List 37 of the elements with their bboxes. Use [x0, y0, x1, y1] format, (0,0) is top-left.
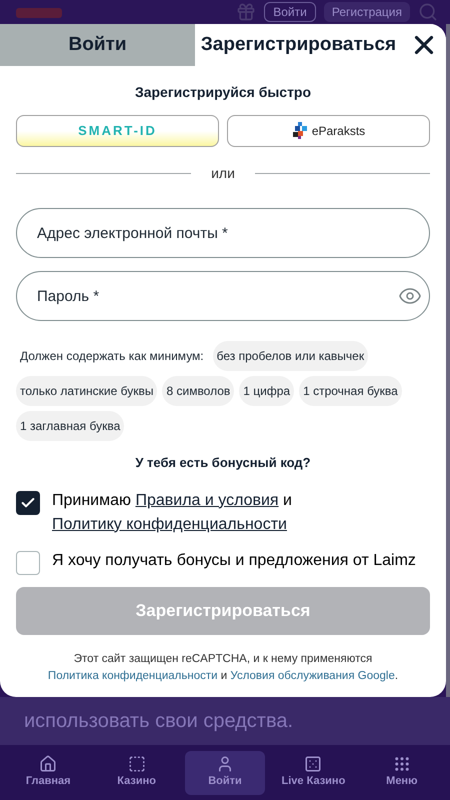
nav-item[interactable]: Live Казино	[273, 750, 354, 794]
requirement-chip: 1 строчная буква	[299, 376, 402, 406]
bonus-code-link[interactable]: У тебя есть бонусный код?	[16, 453, 430, 472]
eparaksts-logo-icon	[292, 122, 308, 140]
nav-item[interactable]: Казино	[96, 750, 177, 794]
page-text: использовать свои средства.	[24, 709, 294, 734]
recaptcha-notice: Этот сайт защищен reCAPTCHA, и к нему применяются Политика конфиденциальности и Условия обслуживания Google.	[48, 652, 398, 682]
requirement-chip: только латинские буквы	[16, 376, 158, 406]
nav-item[interactable]: Меню	[362, 750, 442, 794]
grid-icon	[392, 755, 411, 774]
home-icon	[39, 755, 58, 774]
consent-label: Принимаю Правила и условия и Политику конфиденциальности	[52, 490, 293, 534]
nav-item[interactable]: Войти	[184, 750, 266, 794]
nav-item[interactable]: Главная	[8, 750, 88, 794]
login-button[interactable]: Войти	[264, 2, 316, 22]
tab[interactable]: Войти	[0, 24, 195, 66]
consent-label: Я хочу получать бонусы и предложения от Laimz	[52, 550, 416, 570]
eparaksts-button[interactable]: eParaksts	[227, 115, 430, 147]
logo-icon	[16, 6, 62, 18]
checkbox[interactable]	[16, 490, 40, 514]
requirement-chip: 1 заглавная буква	[16, 411, 124, 441]
square-icon	[128, 755, 146, 774]
divider-label: или	[211, 164, 235, 183]
requirement-chip: без пробелов или кавычек	[212, 341, 368, 371]
register-button[interactable]: Регистрация	[324, 2, 410, 22]
dice-icon	[304, 755, 322, 774]
password-field[interactable]: Пароль *	[16, 271, 430, 321]
email-field[interactable]: Адрес электронной почты *	[16, 208, 430, 258]
requirements-label: Должен содержать как минимум:	[19, 348, 205, 365]
section-title: Зарегистрируйся быстро	[134, 83, 312, 102]
requirement-chip: 8 символов	[162, 376, 234, 406]
link[interactable]: Политику конфиденциальности	[52, 516, 287, 532]
link[interactable]: Условия обслуживания Google	[230, 670, 395, 682]
requirement-chip: 1 цифра	[239, 376, 294, 406]
link[interactable]: Правила и условия	[135, 492, 279, 508]
link[interactable]: Политика конфиденциальности	[48, 670, 218, 682]
checkbox[interactable]	[16, 550, 40, 574]
